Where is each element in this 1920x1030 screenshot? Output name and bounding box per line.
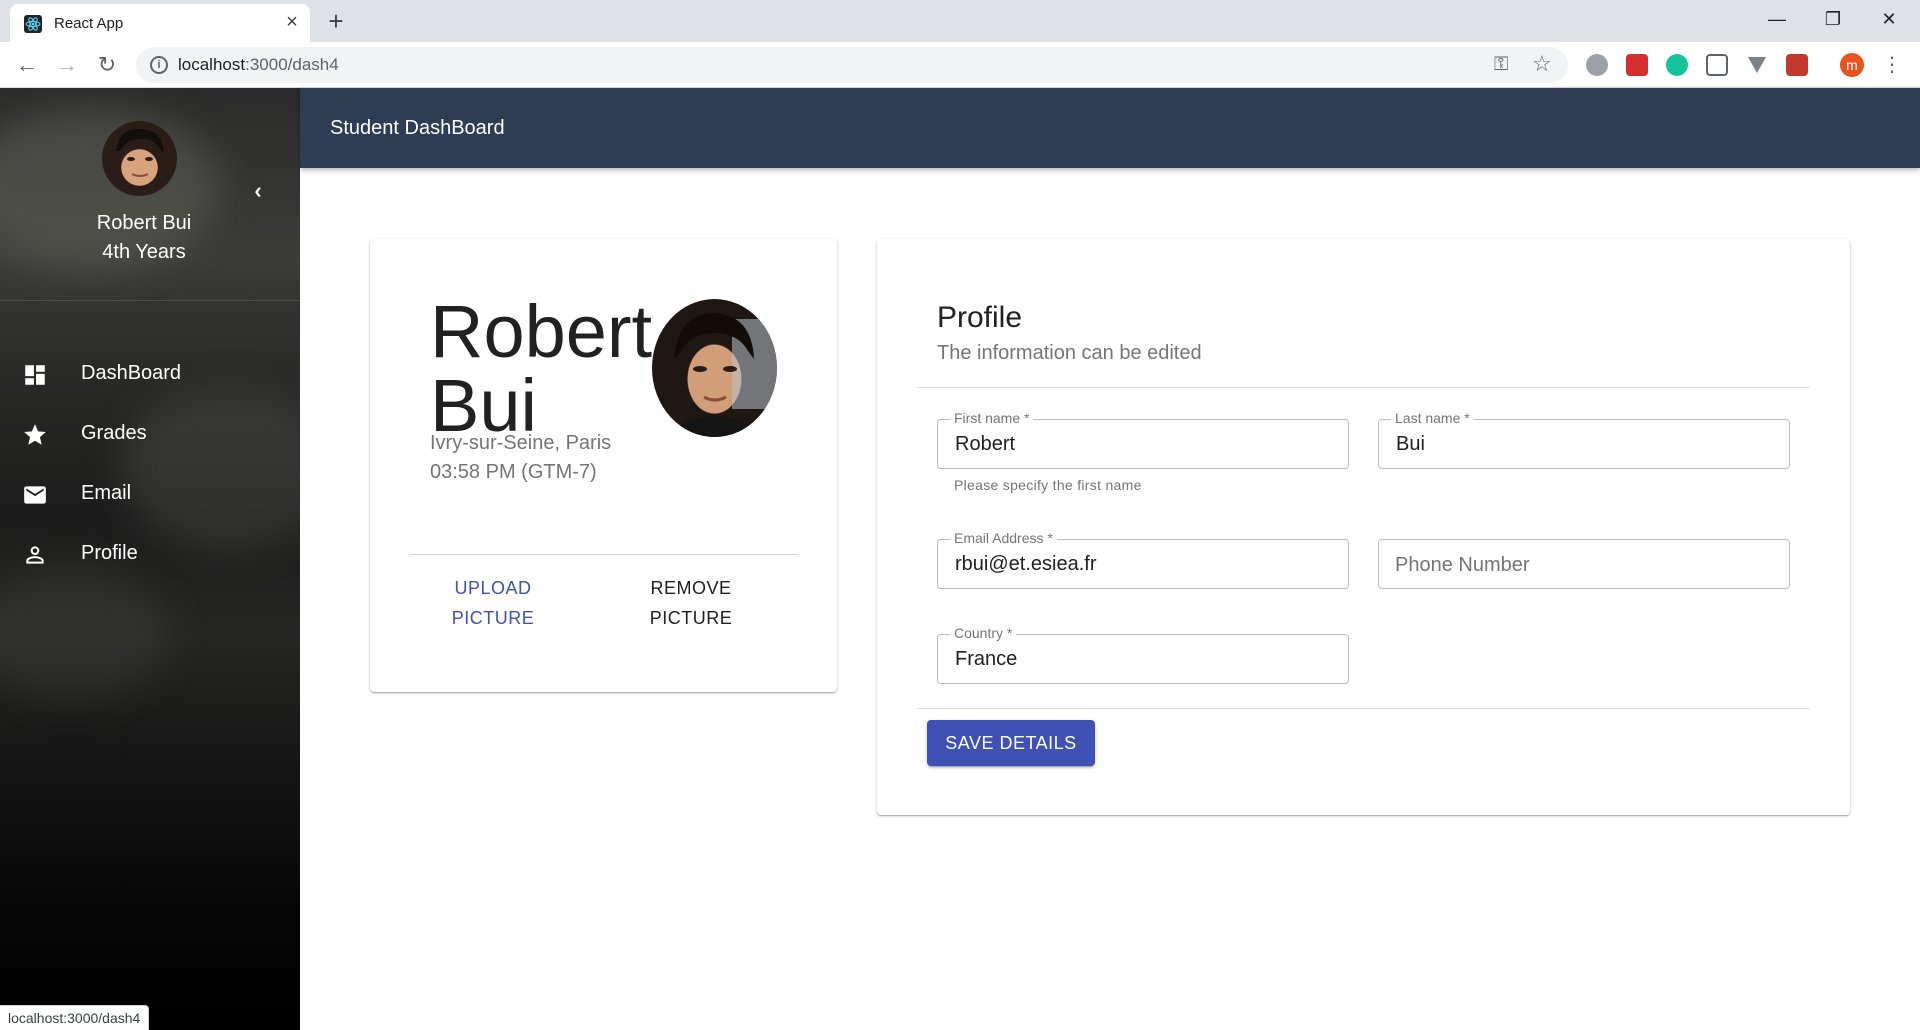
chevron-left-icon[interactable]: ‹	[246, 180, 270, 204]
extension-grammarly-icon[interactable]	[1666, 54, 1688, 76]
person-icon	[26, 546, 44, 564]
sidebar: Robert Bui 4th Years ‹ DashBoard Grades …	[0, 88, 300, 1030]
extension-pdf-icon[interactable]	[1626, 54, 1648, 76]
form-subtitle: The information can be edited	[937, 342, 1202, 364]
password-key-icon[interactable]: ⚿	[1494, 54, 1508, 76]
remove-picture-label-line2: PICTURE	[649, 608, 733, 628]
profile-avatar-icon[interactable]: m	[1840, 53, 1864, 77]
back-arrow-icon[interactable]: ←	[12, 50, 42, 80]
sidebar-item-label: Grades	[81, 422, 147, 444]
last-name-label: Last name *	[1391, 410, 1474, 426]
profile-form-card: Profile The information can be edited Fi…	[877, 239, 1850, 815]
status-bar-url: localhost:3000/dash4	[0, 1005, 150, 1030]
first-name-field[interactable]: First name * Robert	[937, 410, 1349, 469]
extension-cast-icon[interactable]	[1706, 54, 1728, 76]
browser-tab-strip: React App × + — ❐ ✕	[0, 0, 1920, 42]
email-label: Email Address *	[950, 530, 1057, 546]
dashboard-icon	[25, 365, 45, 385]
profile-local-time: 03:58 PM (GTM-7)	[430, 461, 597, 483]
sidebar-avatar[interactable]	[102, 121, 177, 196]
sidebar-background-mist	[0, 568, 170, 698]
profile-summary-card: Robert Bui Ivry-sur-Seine, Paris 03:58 P…	[370, 239, 837, 692]
remove-picture-label-line1: REMOVE	[650, 578, 732, 598]
tab-close-icon[interactable]: ×	[280, 10, 304, 34]
sidebar-item-label: Email	[81, 482, 132, 504]
sidebar-item-grades[interactable]: Grades	[0, 410, 300, 458]
last-name-value: Bui	[1396, 433, 1425, 455]
tab-title: React App	[54, 15, 124, 32]
phone-number-field[interactable]	[1378, 539, 1790, 589]
upload-picture-label-line1: UPLOAD	[454, 578, 532, 598]
form-divider-top	[917, 387, 1810, 388]
bookmark-star-icon[interactable]: ☆	[1532, 51, 1552, 77]
app-bar: Student DashBoard	[300, 88, 1920, 168]
address-url: localhost:3000/dash4	[178, 55, 339, 75]
react-favicon-icon	[24, 15, 42, 33]
profile-first-name: Robert	[430, 290, 653, 373]
forward-arrow-icon[interactable]: →	[52, 50, 82, 80]
minimize-window-button[interactable]: —	[1754, 0, 1800, 38]
extension-red-icon[interactable]	[1786, 54, 1808, 76]
app-bar-title: Student DashBoard	[330, 117, 505, 139]
new-tab-button[interactable]: +	[322, 7, 350, 35]
sidebar-item-email[interactable]: Email	[0, 470, 300, 518]
close-window-button[interactable]: ✕	[1866, 0, 1912, 38]
phone-number-input[interactable]	[1395, 552, 1775, 578]
remove-picture-button[interactable]: REMOVE PICTURE	[621, 573, 761, 633]
profile-avatar	[652, 299, 777, 437]
sidebar-item-label: Profile	[81, 542, 138, 564]
url-path: :3000/dash4	[245, 55, 339, 74]
card-divider	[410, 554, 798, 555]
url-host: localhost	[178, 55, 246, 74]
restore-window-button[interactable]: ❐	[1810, 0, 1856, 38]
sidebar-divider	[0, 300, 300, 301]
upload-picture-button[interactable]: UPLOAD PICTURE	[423, 573, 563, 633]
star-icon	[24, 424, 46, 445]
sidebar-item-label: DashBoard	[81, 362, 182, 384]
address-bar[interactable]: i localhost:3000/dash4 ⚿ ☆	[136, 47, 1568, 83]
first-name-label: First name *	[950, 410, 1034, 426]
extension-vue-icon[interactable]	[1746, 54, 1768, 76]
sidebar-item-dashboard[interactable]: DashBoard	[0, 350, 300, 398]
form-title: Profile	[937, 301, 1023, 334]
profile-location: Ivry-sur-Seine, Paris	[430, 432, 612, 454]
sidebar-user-name: Robert Bui	[96, 212, 192, 234]
country-label: Country *	[950, 625, 1017, 641]
save-details-button[interactable]: SAVE DETAILS	[927, 720, 1095, 766]
browser-tab[interactable]: React App ×	[10, 4, 310, 42]
browser-toolbar: ← → ↻ i localhost:3000/dash4 ⚿ ☆ m ⋮	[0, 42, 1920, 88]
sidebar-user-year: 4th Years	[102, 241, 186, 263]
sidebar-item-profile[interactable]: Profile	[0, 530, 300, 578]
reload-icon[interactable]: ↻	[92, 50, 122, 80]
country-field[interactable]: Country * France	[937, 625, 1349, 684]
browser-menu-icon[interactable]: ⋮	[1882, 52, 1902, 78]
profile-name: Robert Bui	[430, 295, 652, 443]
country-value: France	[955, 648, 1018, 670]
first-name-value: Robert	[955, 433, 1016, 455]
mail-icon	[24, 486, 46, 504]
first-name-helper: Please specify the first name	[954, 477, 1142, 493]
extension-discord-icon[interactable]	[1586, 54, 1608, 76]
email-field[interactable]: Email Address * rbui@et.esiea.fr	[937, 530, 1349, 589]
last-name-field[interactable]: Last name * Bui	[1378, 410, 1790, 469]
email-value: rbui@et.esiea.fr	[955, 553, 1097, 575]
upload-picture-label-line2: PICTURE	[451, 608, 535, 628]
form-divider-bottom	[917, 708, 1810, 709]
site-info-icon[interactable]: i	[150, 56, 168, 74]
